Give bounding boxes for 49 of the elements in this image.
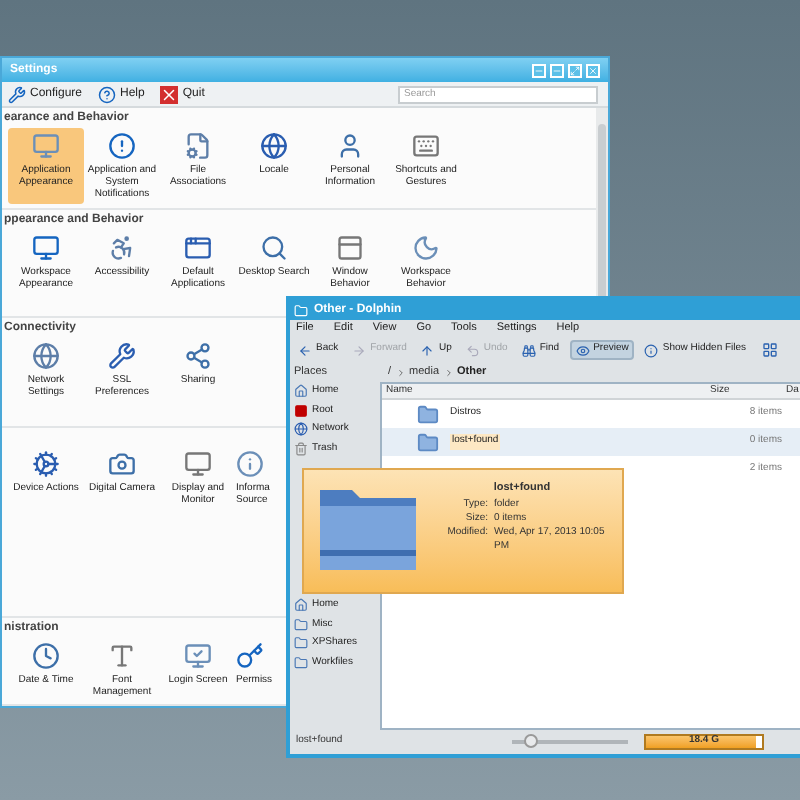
- maximize-icon[interactable]: [568, 63, 582, 77]
- file-gear-icon: [184, 132, 212, 160]
- globe-icon: [294, 422, 308, 437]
- home-icon: [294, 598, 308, 613]
- binoculars-icon: [521, 343, 536, 357]
- chevron-icon: [443, 367, 454, 377]
- up-arrow-icon: [420, 343, 435, 357]
- monitor-check-icon: [184, 642, 212, 670]
- home-icon: [294, 384, 308, 399]
- info-icon: [644, 343, 659, 357]
- undo-icon: [465, 343, 480, 357]
- letter-t-icon: [108, 642, 136, 670]
- folder-icon: [294, 655, 308, 670]
- back-icon: [298, 343, 312, 357]
- folder-icon: [414, 431, 442, 453]
- clock-icon: [32, 642, 60, 670]
- monitor-icon: [32, 132, 60, 160]
- folder-icon: [414, 403, 442, 425]
- forward-icon: [352, 343, 367, 357]
- app-window-icon: [184, 234, 212, 262]
- alert-icon: [108, 132, 136, 160]
- person-icon: [336, 132, 364, 160]
- moon-icon: [412, 234, 440, 262]
- wrench-icon: [8, 85, 26, 103]
- close-icon: [160, 85, 179, 103]
- eye-icon: [575, 343, 590, 357]
- gear-icon: [32, 450, 60, 478]
- grid-view-icon[interactable]: [762, 342, 779, 358]
- keyboard-icon: [412, 132, 440, 160]
- monitor-icon: [32, 234, 60, 262]
- accessibility-icon: [108, 234, 136, 262]
- folder-icon: [294, 303, 308, 317]
- folder-icon: [294, 617, 308, 632]
- trash-icon: [294, 441, 308, 456]
- camera-icon: [108, 450, 136, 478]
- search-icon: [260, 234, 288, 262]
- share-icon: [184, 342, 212, 370]
- chevron-icon: [395, 367, 406, 377]
- minimize-icon[interactable]: [550, 63, 564, 77]
- globe-icon: [260, 132, 288, 160]
- key-icon: [236, 642, 264, 670]
- monitor-icon: [184, 450, 212, 478]
- folder-icon: [294, 636, 308, 651]
- info-icon: [236, 450, 264, 478]
- square-icon: [294, 403, 308, 418]
- globe-icon: [32, 342, 60, 370]
- wrench-icon: [108, 342, 136, 370]
- window-icon: [336, 234, 364, 262]
- close-icon[interactable]: [586, 63, 600, 77]
